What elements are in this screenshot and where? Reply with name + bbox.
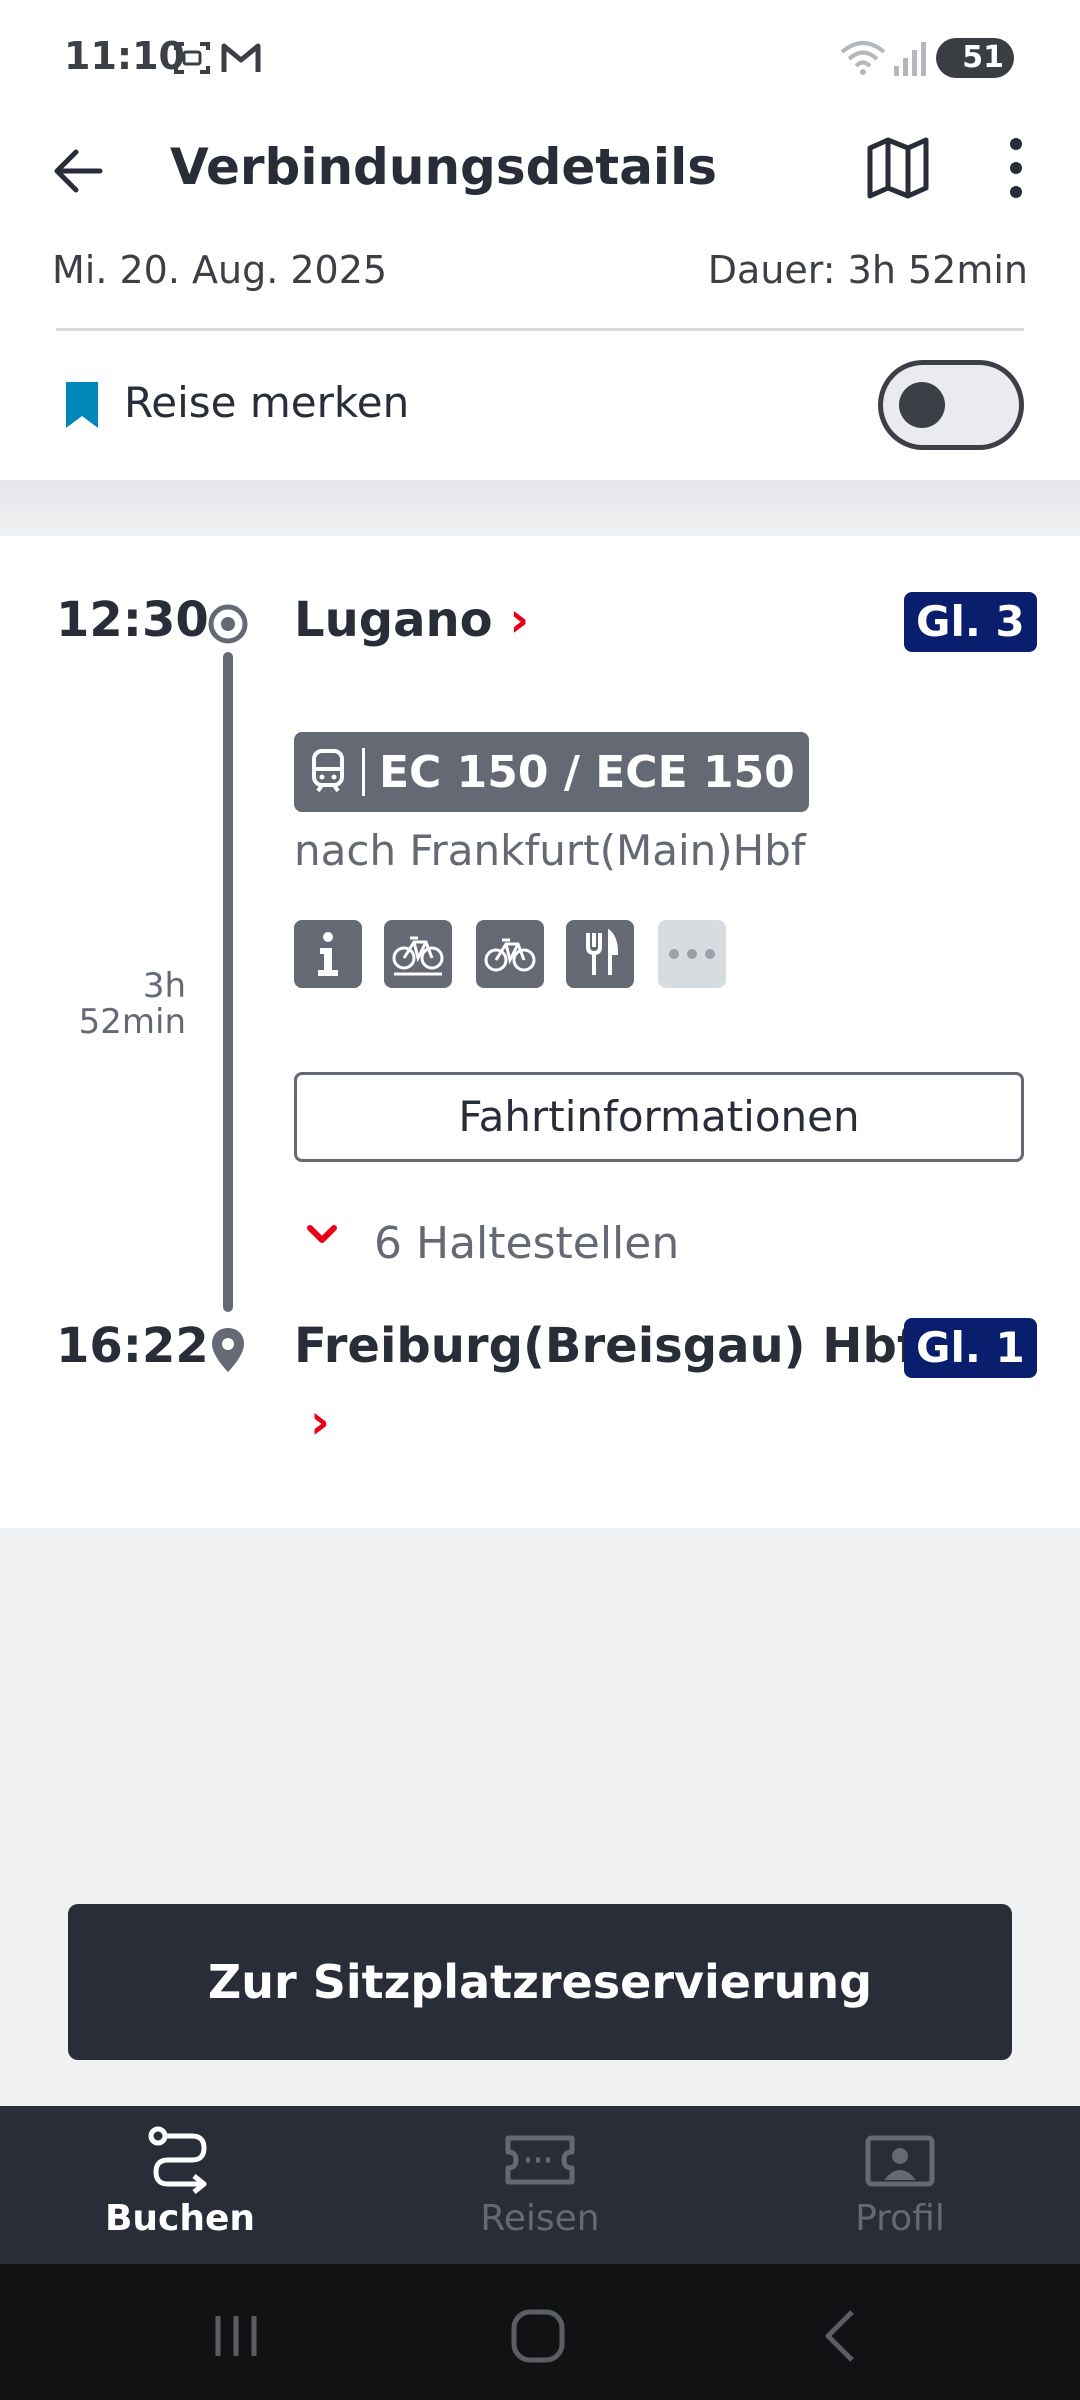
page-title: Verbindungsdetails: [170, 138, 717, 196]
header-shadow: [0, 480, 1080, 536]
header: Verbindungsdetails Mi. 20. Aug. 2025 Dau…: [0, 110, 1080, 480]
arrival-station[interactable]: Freiburg(Breisgau) Hbf: [294, 1318, 918, 1374]
divider: [56, 328, 1024, 331]
restaurant-icon[interactable]: [566, 920, 634, 988]
ticket-icon: [505, 2135, 575, 2185]
nav-item-buchen[interactable]: Buchen: [0, 2106, 360, 2264]
arrival-time: 16:22: [56, 1318, 209, 1374]
recent-apps-icon[interactable]: [206, 2306, 266, 2366]
home-icon[interactable]: [508, 2306, 568, 2366]
arrival-platform: Gl. 1: [904, 1318, 1037, 1378]
more-amenities-icon[interactable]: [658, 920, 726, 988]
battery-icon: 51: [936, 38, 1014, 78]
train-icon: [312, 749, 344, 793]
back-arrow-icon[interactable]: [44, 136, 114, 206]
bottom-navigation: Buchen Reisen Profil: [0, 2106, 1080, 2264]
info-icon[interactable]: [294, 920, 362, 988]
profile-icon: [865, 2135, 935, 2187]
duration-minutes: 52min: [78, 1002, 186, 1042]
bookmark-icon: [66, 382, 98, 428]
train-badge: EC 150 / ECE 150: [294, 732, 809, 812]
nav-item-reisen[interactable]: Reisen: [360, 2106, 720, 2264]
nav-label-buchen: Buchen: [104, 2198, 256, 2239]
seat-reservation-button[interactable]: Zur Sitzplatzreservierung: [68, 1904, 1012, 2060]
chevron-down-icon[interactable]: [302, 1214, 342, 1254]
departure-station-name: Lugano: [294, 592, 493, 648]
nav-item-profil[interactable]: Profil: [720, 2106, 1080, 2264]
battery-level: 51: [962, 40, 1004, 75]
screenshot-icon: [174, 42, 210, 74]
back-icon[interactable]: [812, 2306, 872, 2366]
duration-hours: 3h: [142, 966, 186, 1006]
train-badge-separator: [362, 748, 365, 796]
chevron-right-icon[interactable]: ›: [310, 1394, 330, 1450]
train-name: EC 150 / ECE 150: [379, 746, 795, 798]
gmail-icon: [221, 43, 261, 72]
bike-reservation-icon[interactable]: [384, 920, 452, 988]
status-time: 11:10: [64, 34, 185, 78]
destination-pin-icon: [212, 1328, 244, 1372]
trip-info-button[interactable]: Fahrtinformationen: [294, 1072, 1024, 1162]
departure-time: 12:30: [56, 592, 209, 648]
journey-card: 12:30 Lugano › Gl. 3 3h 52min EC 150 / E…: [0, 536, 1080, 1528]
chevron-right-icon: ›: [509, 592, 530, 648]
departure-platform: Gl. 3: [904, 592, 1037, 652]
route-icon: [148, 2126, 207, 2194]
nav-label-reisen: Reisen: [480, 2198, 600, 2239]
toggle-knob: [899, 382, 945, 428]
signal-icon: [894, 42, 926, 76]
train-direction: nach Frankfurt(Main)Hbf: [294, 826, 806, 875]
stops-toggle[interactable]: 6 Haltestellen: [374, 1218, 679, 1269]
nav-label-profil: Profil: [855, 2198, 945, 2239]
origin-marker-icon: [208, 604, 248, 644]
system-navigation-bar: [0, 2264, 1080, 2400]
status-bar: 11:10 51: [0, 0, 1080, 110]
save-trip-toggle[interactable]: [878, 360, 1024, 450]
bike-icon[interactable]: [476, 920, 544, 988]
route-line: [223, 652, 233, 1312]
map-icon[interactable]: [862, 132, 934, 204]
travel-date: Mi. 20. Aug. 2025: [52, 248, 388, 292]
departure-station[interactable]: Lugano ›: [294, 592, 529, 648]
more-options-icon[interactable]: [990, 132, 1042, 204]
wifi-icon: [840, 41, 886, 75]
travel-duration: Dauer: 3h 52min: [707, 248, 1028, 292]
save-trip-label: Reise merken: [124, 378, 410, 427]
